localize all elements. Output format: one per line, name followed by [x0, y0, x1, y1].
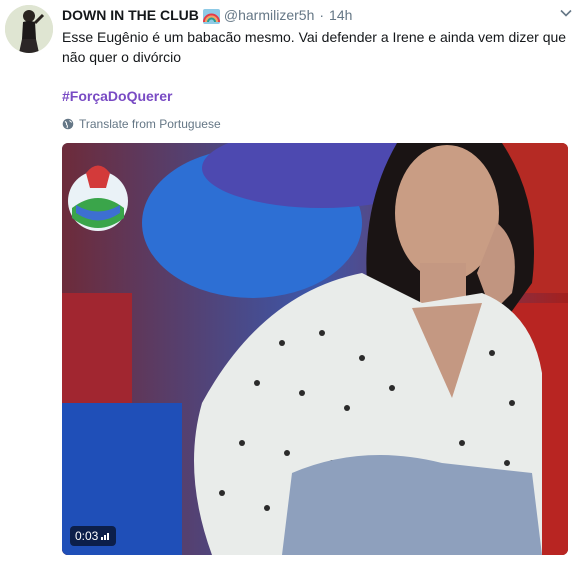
- globe-icon: [62, 118, 74, 130]
- header-separator: ·: [319, 7, 325, 23]
- tweet-header: DOWN IN THE CLUB @harmilizer5h · 14h: [62, 5, 352, 25]
- volume-bars-icon: [101, 533, 110, 540]
- hashtag-link[interactable]: #ForçaDoQuerer: [62, 86, 172, 106]
- translate-label: Translate from Portuguese: [79, 117, 221, 131]
- translate-link[interactable]: Translate from Portuguese: [62, 116, 221, 132]
- tweet-timestamp[interactable]: 14h: [329, 5, 352, 25]
- tweet-text: Esse Eugênio é um babacão mesmo. Vai def…: [62, 29, 567, 65]
- display-name[interactable]: DOWN IN THE CLUB: [62, 5, 199, 25]
- rainbow-icon: [202, 8, 220, 24]
- tweet: DOWN IN THE CLUB @harmilizer5h · 14h Ess…: [0, 0, 579, 563]
- user-handle[interactable]: @harmilizer5h: [224, 5, 314, 25]
- video-player[interactable]: [62, 143, 568, 555]
- video-duration: 0:03: [75, 529, 99, 543]
- video-frame: [62, 143, 568, 555]
- chevron-down-icon[interactable]: [559, 6, 573, 20]
- video-duration-badge: 0:03: [70, 526, 117, 546]
- avatar[interactable]: [5, 5, 53, 53]
